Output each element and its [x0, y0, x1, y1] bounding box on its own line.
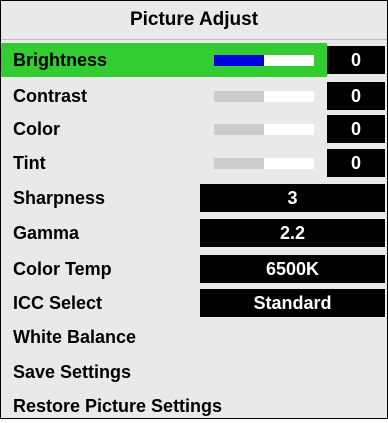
menu-item-save-settings[interactable]: Save Settings [1, 355, 387, 389]
contrast-slider-fill [214, 91, 264, 102]
menu-item-color[interactable]: Color 0 [1, 112, 387, 146]
gamma-value: 2.2 [200, 219, 385, 247]
save-settings-label: Save Settings [13, 362, 132, 382]
menu-title: Picture Adjust [1, 1, 387, 40]
tint-slider[interactable] [214, 158, 314, 169]
menu-item-brightness[interactable]: Brightness [1, 43, 327, 77]
menu-item-color-temp[interactable]: Color Temp 6500K [1, 252, 387, 286]
sharpness-label: Sharpness [13, 188, 106, 208]
picture-adjust-menu: Picture Adjust Brightness 0 Contrast 0 C… [0, 0, 388, 419]
menu-item-gamma[interactable]: Gamma 2.2 [1, 216, 387, 250]
color-slider-fill [214, 124, 264, 135]
brightness-label: Brightness [13, 50, 108, 70]
tint-label: Tint [13, 153, 46, 173]
color-temp-label: Color Temp [13, 259, 112, 279]
brightness-slider[interactable] [214, 55, 314, 66]
tint-slider-fill [214, 158, 264, 169]
menu-item-tint[interactable]: Tint 0 [1, 146, 387, 180]
menu-item-restore-picture-settings[interactable]: Restore Picture Settings [1, 389, 387, 423]
sharpness-value: 3 [200, 184, 385, 212]
menu-item-white-balance[interactable]: White Balance [1, 320, 387, 354]
color-temp-value: 6500K [200, 255, 385, 283]
gamma-label: Gamma [13, 223, 80, 243]
menu-item-sharpness[interactable]: Sharpness 3 [1, 181, 387, 215]
color-value: 0 [327, 115, 385, 143]
icc-select-value: Standard [200, 289, 385, 317]
menu-item-contrast[interactable]: Contrast 0 [1, 79, 387, 113]
brightness-slider-fill [214, 55, 264, 66]
color-label: Color [13, 119, 60, 139]
color-slider[interactable] [214, 124, 314, 135]
icc-select-label: ICC Select [13, 293, 103, 313]
contrast-value: 0 [327, 82, 385, 110]
restore-picture-settings-label: Restore Picture Settings [13, 396, 223, 416]
menu-item-icc-select[interactable]: ICC Select Standard [1, 286, 387, 320]
contrast-slider[interactable] [214, 91, 314, 102]
tint-value: 0 [327, 149, 385, 177]
brightness-value: 0 [327, 46, 385, 74]
white-balance-label: White Balance [13, 327, 137, 347]
contrast-label: Contrast [13, 86, 88, 106]
